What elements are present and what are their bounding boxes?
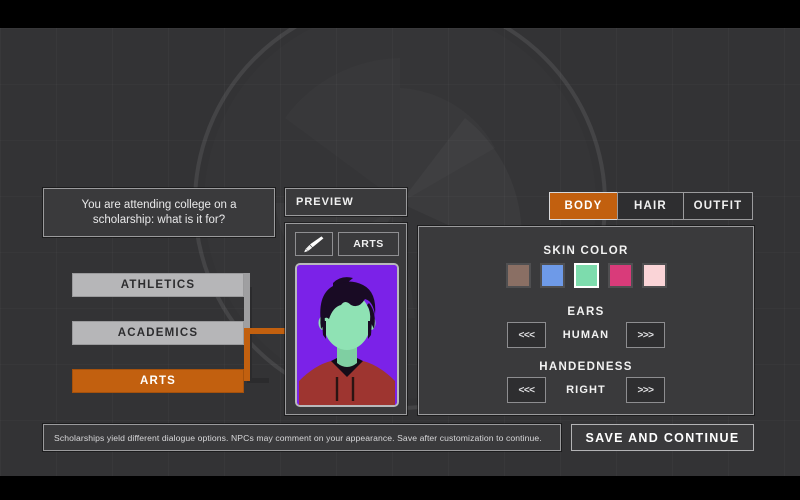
preview-panel: ARTS [285,223,407,415]
swatch-0[interactable] [505,263,531,288]
ears-next-button[interactable]: >>> [626,322,665,348]
customization-tabs: BODY HAIR OUTFIT [549,192,753,220]
swatch-4[interactable] [641,263,667,288]
question-box: You are attending college on a scholarsh… [43,188,275,237]
handedness-label: HANDEDNESS [539,361,633,373]
tip-box: Scholarships yield different dialogue op… [43,424,561,451]
choice-label: ARTS [139,375,177,387]
preview-title: PREVIEW [296,196,354,208]
game-viewport: You are attending college on a scholarsh… [0,28,800,476]
swatch-2[interactable] [573,263,599,288]
letterbox-bottom [0,476,800,500]
skin-color-swatches [419,263,753,288]
swatch-1[interactable] [539,263,565,288]
handedness-value: RIGHT [566,384,606,396]
avatar-portrait [297,265,397,405]
ears-label: EARS [567,306,605,318]
connector-shadow [247,378,269,383]
ears-value: HUMAN [562,329,610,341]
preview-tag-label: ARTS [353,238,384,250]
swatch-3[interactable] [607,263,633,288]
preview-tag: ARTS [338,232,399,256]
choice-arts[interactable]: ARTS [72,369,244,393]
avatar [295,263,399,407]
options-panel: SKIN COLOR EARS <<< HUMAN >>> HANDEDNESS [418,226,754,415]
game-screen: You are attending college on a scholarsh… [0,0,800,500]
choice-label: ATHLETICS [120,279,196,291]
save-button-label: SAVE AND CONTINUE [585,430,740,445]
ears-next-label: >>> [637,329,654,341]
ears-stepper: <<< HUMAN >>> [419,322,753,348]
question-text: You are attending college on a scholarsh… [81,198,237,226]
save-and-continue-button[interactable]: SAVE AND CONTINUE [571,424,754,451]
tab-label: OUTFIT [693,200,743,212]
tab-label: BODY [564,200,603,212]
skin-color-label: SKIN COLOR [543,245,629,257]
tab-outfit[interactable]: OUTFIT [683,192,753,220]
paintbrush-button[interactable] [295,232,333,256]
choice-academics[interactable]: ACADEMICS [72,321,244,345]
handedness-next-label: >>> [637,384,654,396]
choice-label: ACADEMICS [117,327,199,339]
paintbrush-icon [304,236,324,253]
connector-arts-vertical [244,328,250,381]
tip-text: Scholarships yield different dialogue op… [54,432,542,443]
tab-label: HAIR [634,200,667,212]
letterbox-top [0,0,800,28]
preview-header: PREVIEW [285,188,407,216]
connector-arts-horizontal [244,328,286,334]
choice-athletics[interactable]: ATHLETICS [72,273,244,297]
tab-body[interactable]: BODY [549,192,618,220]
handedness-next-button[interactable]: >>> [626,377,665,403]
tab-hair[interactable]: HAIR [617,192,684,220]
handedness-stepper: <<< RIGHT >>> [419,377,753,403]
